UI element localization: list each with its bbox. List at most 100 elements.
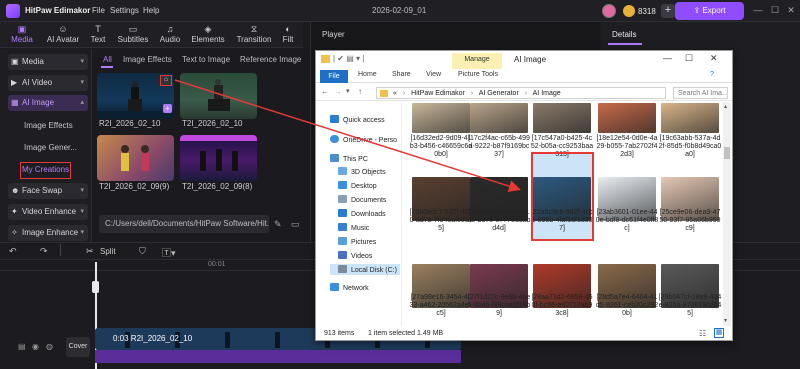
tab-text-to-image[interactable]: Text to Image bbox=[182, 55, 230, 64]
ai-avatar-icon: ☺ bbox=[58, 24, 68, 34]
address-box[interactable]: « › HitPaw Edimakor › AI Generator › AI … bbox=[376, 87, 666, 99]
sidebar-item-ai-video[interactable]: ▶ AI Video ▾ bbox=[8, 75, 88, 91]
cover-button[interactable]: Cover bbox=[66, 337, 90, 357]
output-path-field[interactable]: C:/Users/dell/Documents/HitPaw Software/… bbox=[99, 215, 269, 233]
visibility-icon[interactable]: ◉ bbox=[32, 342, 41, 351]
minimize-icon[interactable]: — bbox=[752, 4, 764, 16]
forward-arrow-icon[interactable]: → bbox=[334, 87, 342, 96]
split-button[interactable]: Split bbox=[100, 247, 116, 256]
nav-downloads[interactable]: Downloads bbox=[338, 209, 386, 218]
help-icon[interactable]: ? bbox=[710, 71, 714, 78]
nav-videos[interactable]: Videos bbox=[338, 251, 372, 260]
search-input[interactable]: Search AI Ima... bbox=[673, 87, 728, 99]
tool-transition[interactable]: ⧖ Transition bbox=[234, 24, 274, 44]
tool-filter[interactable]: ◐ Filt bbox=[276, 24, 300, 44]
sidebar-sub-image-effects[interactable]: Image Effects bbox=[24, 121, 73, 130]
tool-audio[interactable]: ♫ Audio bbox=[150, 24, 190, 44]
menu-settings[interactable]: Settings bbox=[110, 6, 139, 15]
nav-local-disk-c[interactable]: Local Disk (C:) bbox=[338, 265, 397, 274]
up-arrow-icon[interactable]: ↑ bbox=[358, 87, 362, 96]
tab-image-effects[interactable]: Image Effects bbox=[123, 55, 172, 64]
maximize-icon[interactable]: ☐ bbox=[769, 4, 781, 16]
file-thumbnail[interactable] bbox=[598, 103, 656, 133]
nav-network[interactable]: Network bbox=[330, 283, 369, 292]
tab-all[interactable]: All bbox=[103, 55, 112, 64]
minimize-icon[interactable]: — bbox=[663, 53, 672, 63]
lock-icon[interactable]: ▤ bbox=[18, 342, 27, 351]
tool-ai-avatar[interactable]: ☺ AI Avatar bbox=[42, 24, 84, 44]
nav-quick-access[interactable]: Quick access bbox=[330, 115, 385, 124]
recent-locations-icon[interactable]: ▾ bbox=[346, 87, 350, 95]
file-name: [21c94867-034e-41ae-b376-e7778ddabd4d] bbox=[467, 209, 531, 232]
nav-this-pc[interactable]: This PC bbox=[330, 154, 368, 163]
redo-icon[interactable]: ↷ bbox=[40, 246, 48, 257]
scrollbar-thumb[interactable] bbox=[724, 147, 730, 159]
scroll-down-icon[interactable]: ▾ bbox=[724, 317, 727, 324]
nav-desktop[interactable]: Desktop bbox=[338, 181, 377, 190]
star-icon bbox=[330, 115, 339, 123]
sidebar-item-video-enhance[interactable]: ✦ Video Enhance ▾ bbox=[8, 204, 88, 220]
ribbon-tab-file[interactable]: File bbox=[320, 70, 348, 83]
tool-elements[interactable]: ◈ Elements bbox=[188, 24, 228, 44]
sidebar-item-face-swap[interactable]: ☻ Face Swap ▾ bbox=[8, 183, 88, 199]
maximize-icon[interactable]: ☐ bbox=[685, 53, 693, 64]
thumbnail-t2i-2026-02-09-9[interactable] bbox=[97, 135, 174, 181]
breadcrumb-hitpaw-edimakor[interactable]: HitPaw Edimakor bbox=[411, 90, 465, 97]
file-thumbnail[interactable] bbox=[412, 103, 470, 133]
nav-onedrive[interactable]: OneDrive - Perso bbox=[330, 135, 397, 144]
split-icon[interactable]: ✂ bbox=[86, 246, 94, 257]
sidebar-item-image-enhance[interactable]: ✧ Image Enhance ▾ bbox=[8, 225, 88, 241]
vertical-scrollbar[interactable] bbox=[723, 102, 731, 326]
playhead-handle[interactable] bbox=[92, 281, 99, 293]
text-style-icon[interactable]: 🅃▾ bbox=[162, 246, 176, 259]
thumbnail-t2i-2026-02-09-8[interactable] bbox=[180, 135, 257, 181]
back-arrow-icon[interactable]: ← bbox=[321, 87, 329, 96]
tool-subtitles[interactable]: ▭ Subtitles bbox=[113, 24, 153, 44]
add-credits-button[interactable]: + bbox=[661, 4, 675, 18]
edit-path-icon[interactable]: ✎ bbox=[274, 219, 282, 230]
tool-text[interactable]: T Text bbox=[80, 24, 116, 44]
file-thumbnail[interactable] bbox=[533, 103, 591, 133]
shield-icon[interactable]: ⛉ bbox=[139, 246, 146, 257]
menu-file[interactable]: File bbox=[92, 6, 105, 15]
add-to-timeline-icon[interactable]: + bbox=[163, 104, 172, 113]
sidebar-item-media[interactable]: ▣ Media ▾ bbox=[8, 54, 88, 70]
export-button[interactable]: ⇪ Export bbox=[675, 2, 744, 20]
menu-help[interactable]: Help bbox=[143, 6, 159, 15]
sidebar-item-label: Video Enhance bbox=[22, 207, 77, 216]
credits-count: 8318 bbox=[638, 7, 656, 16]
tab-reference-image[interactable]: Reference Image bbox=[240, 55, 302, 64]
sidebar-item-ai-image[interactable]: ▦ AI Image ▴ bbox=[8, 95, 88, 111]
close-icon[interactable]: ✕ bbox=[710, 53, 718, 64]
mute-icon[interactable]: ◍ bbox=[46, 342, 55, 351]
address-overflow[interactable]: « bbox=[393, 90, 397, 97]
scroll-up-icon[interactable]: ▴ bbox=[724, 103, 727, 110]
ribbon-tab-picture-tools[interactable]: Picture Tools bbox=[458, 71, 498, 78]
thumbnail-t2i-2026-02-10[interactable] bbox=[180, 73, 257, 119]
tool-media[interactable]: ▣ Media bbox=[2, 24, 42, 44]
selected-file-outline bbox=[531, 152, 594, 241]
close-icon[interactable]: ✕ bbox=[785, 4, 797, 16]
folder-icon[interactable]: ▭ bbox=[291, 219, 300, 230]
file-thumbnail[interactable] bbox=[470, 103, 528, 133]
player-title: Player bbox=[322, 30, 345, 39]
open-folder-icon[interactable]: ⌂ bbox=[160, 75, 172, 86]
nav-music[interactable]: Music bbox=[338, 223, 369, 232]
quick-access-toolbar-icon[interactable]: | ✔ ▤ ▾ | bbox=[333, 54, 364, 63]
ribbon-tab-home[interactable]: Home bbox=[358, 71, 377, 78]
large-icons-view-icon[interactable]: ▦ bbox=[714, 328, 724, 338]
ribbon-tab-share[interactable]: Share bbox=[392, 71, 411, 78]
nav-pictures[interactable]: Pictures bbox=[338, 237, 376, 246]
ribbon-tab-view[interactable]: View bbox=[426, 71, 441, 78]
breadcrumb-ai-generator[interactable]: AI Generator bbox=[479, 90, 519, 97]
undo-icon[interactable]: ↶ bbox=[9, 246, 17, 257]
file-thumbnail[interactable] bbox=[661, 103, 719, 133]
sidebar-sub-image-generator[interactable]: Image Gener... bbox=[24, 143, 77, 152]
user-avatar[interactable] bbox=[602, 4, 616, 18]
nav-documents[interactable]: Documents bbox=[338, 195, 386, 204]
breadcrumb-ai-image[interactable]: AI Image bbox=[533, 90, 561, 97]
sidebar-sub-my-creations[interactable]: My Creations bbox=[20, 162, 71, 179]
time-mark: 00:01 bbox=[208, 261, 226, 268]
nav-3d-objects[interactable]: 3D Objects bbox=[338, 167, 386, 176]
details-view-icon[interactable]: ☷ bbox=[699, 327, 706, 341]
